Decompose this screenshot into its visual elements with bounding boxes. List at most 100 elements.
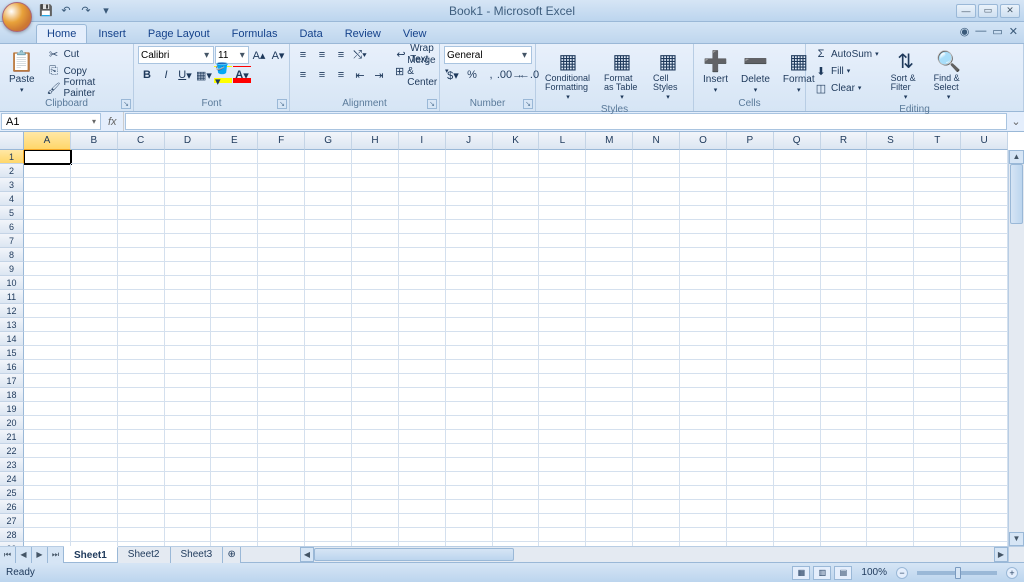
cell-E17[interactable] [211,374,258,388]
cell-C24[interactable] [118,472,165,486]
cell-Q2[interactable] [774,164,821,178]
cell-N23[interactable] [633,458,680,472]
cell-S22[interactable] [867,444,914,458]
cell-Q20[interactable] [774,416,821,430]
column-header-S[interactable]: S [867,132,914,150]
cell-M11[interactable] [586,290,633,304]
cell-K13[interactable] [493,318,540,332]
cell-B25[interactable] [71,486,118,500]
cell-T14[interactable] [914,332,961,346]
cell-E18[interactable] [211,388,258,402]
cell-F20[interactable] [258,416,305,430]
cell-T5[interactable] [914,206,961,220]
column-header-L[interactable]: L [539,132,586,150]
underline-button[interactable]: U▾ [176,66,194,84]
cell-F5[interactable] [258,206,305,220]
cell-F11[interactable] [258,290,305,304]
cell-J5[interactable] [446,206,493,220]
row-header-24[interactable]: 24 [0,472,24,486]
zoom-slider-handle[interactable] [955,567,961,579]
cell-K2[interactable] [493,164,540,178]
cell-P16[interactable] [727,360,774,374]
cell-S11[interactable] [867,290,914,304]
hscroll-thumb[interactable] [314,548,514,561]
cell-J11[interactable] [446,290,493,304]
cell-J9[interactable] [446,262,493,276]
cell-U8[interactable] [961,248,1008,262]
cell-J3[interactable] [446,178,493,192]
cell-C28[interactable] [118,528,165,542]
cell-G24[interactable] [305,472,352,486]
cell-U15[interactable] [961,346,1008,360]
cell-D16[interactable] [165,360,212,374]
tab-data[interactable]: Data [288,24,333,43]
cell-R24[interactable] [821,472,868,486]
cell-N4[interactable] [633,192,680,206]
cell-L26[interactable] [539,500,586,514]
cell-G14[interactable] [305,332,352,346]
cell-U17[interactable] [961,374,1008,388]
cell-L3[interactable] [539,178,586,192]
cell-M15[interactable] [586,346,633,360]
cell-P1[interactable] [727,150,774,164]
cell-F7[interactable] [258,234,305,248]
cell-U24[interactable] [961,472,1008,486]
cell-L23[interactable] [539,458,586,472]
cell-M12[interactable] [586,304,633,318]
number-format-combo[interactable]: ▾ [444,46,532,64]
cell-R6[interactable] [821,220,868,234]
cell-K27[interactable] [493,514,540,528]
cell-H6[interactable] [352,220,399,234]
cell-N14[interactable] [633,332,680,346]
cell-F2[interactable] [258,164,305,178]
cell-A15[interactable] [24,346,71,360]
cell-S6[interactable] [867,220,914,234]
cell-H11[interactable] [352,290,399,304]
cell-T26[interactable] [914,500,961,514]
cell-C15[interactable] [118,346,165,360]
cell-P26[interactable] [727,500,774,514]
row-header-28[interactable]: 28 [0,528,24,542]
cell-G25[interactable] [305,486,352,500]
cell-G19[interactable] [305,402,352,416]
cell-U21[interactable] [961,430,1008,444]
cell-K14[interactable] [493,332,540,346]
cell-M5[interactable] [586,206,633,220]
cell-K28[interactable] [493,528,540,542]
cell-A7[interactable] [24,234,71,248]
cell-E7[interactable] [211,234,258,248]
cell-G13[interactable] [305,318,352,332]
cell-I13[interactable] [399,318,446,332]
number-format-input[interactable] [447,50,520,61]
cell-L15[interactable] [539,346,586,360]
column-header-R[interactable]: R [821,132,868,150]
cell-F19[interactable] [258,402,305,416]
cell-F12[interactable] [258,304,305,318]
cell-A11[interactable] [24,290,71,304]
cell-O1[interactable] [680,150,727,164]
cell-H26[interactable] [352,500,399,514]
row-header-20[interactable]: 20 [0,416,24,430]
normal-view-button[interactable]: ▦ [792,566,810,580]
cell-B16[interactable] [71,360,118,374]
align-left-icon[interactable]: ≡ [294,66,312,84]
cell-G18[interactable] [305,388,352,402]
cell-K23[interactable] [493,458,540,472]
cell-A1[interactable] [24,150,71,164]
cell-T12[interactable] [914,304,961,318]
cell-U12[interactable] [961,304,1008,318]
cell-A20[interactable] [24,416,71,430]
cell-F18[interactable] [258,388,305,402]
cell-H14[interactable] [352,332,399,346]
cell-R4[interactable] [821,192,868,206]
cell-U6[interactable] [961,220,1008,234]
cell-S1[interactable] [867,150,914,164]
cell-T7[interactable] [914,234,961,248]
cell-L1[interactable] [539,150,586,164]
column-header-B[interactable]: B [71,132,118,150]
cell-I7[interactable] [399,234,446,248]
cell-S27[interactable] [867,514,914,528]
cell-K15[interactable] [493,346,540,360]
cell-G10[interactable] [305,276,352,290]
cell-E10[interactable] [211,276,258,290]
